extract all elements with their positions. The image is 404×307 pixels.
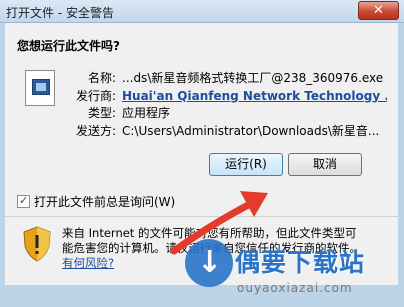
field-values: ...ds\新星音频格式转换工厂@238_360976.exe Huai'an …: [122, 70, 387, 140]
type-label: 类型:: [87, 106, 116, 120]
watermark-title: 偶要下载站: [235, 248, 366, 277]
title-bar: 打开文件 - 安全警告 ✕: [0, 0, 404, 23]
file-icon: [25, 70, 55, 106]
file-name-value: ...ds\新星音频格式转换工厂@238_360976.exe: [122, 71, 384, 85]
name-label: 名称:: [87, 71, 116, 85]
watermark: 偶要下载站 ouyaoxiazai.com: [185, 237, 404, 307]
from-label: 发送方:: [75, 123, 116, 138]
publisher-link[interactable]: Huai'an Qianfeng Network Technology ...: [122, 88, 387, 106]
field-labels: 名称: 发行商: 类型: 发送方:: [68, 70, 116, 140]
close-button[interactable]: ✕: [358, 1, 399, 20]
run-question: 您想运行此文件吗?: [17, 39, 120, 53]
dialog-body: 您想运行此文件吗? 名称: 发行商: 类型: 发送方: ...ds\新星音频格式…: [5, 23, 398, 295]
run-button[interactable]: 运行(R): [209, 153, 283, 176]
watermark-logo-icon: [185, 239, 233, 287]
publisher-label: 发行商:: [75, 88, 116, 103]
always-ask-checkbox-row[interactable]: 打开此文件前总是询问(W): [17, 193, 176, 210]
watermark-url: ouyaoxiazai.com: [237, 281, 353, 295]
window-title: 打开文件 - 安全警告: [6, 6, 114, 20]
cancel-button[interactable]: 取消: [288, 153, 362, 176]
always-ask-checkbox[interactable]: [17, 193, 30, 209]
file-type-value: 应用程序: [122, 106, 171, 120]
always-ask-label: 打开此文件前总是询问(W): [34, 195, 176, 209]
source-path-value: C:\Users\Administrator\Downloads\新星音...: [122, 123, 380, 138]
warning-shield-icon: [23, 226, 51, 262]
